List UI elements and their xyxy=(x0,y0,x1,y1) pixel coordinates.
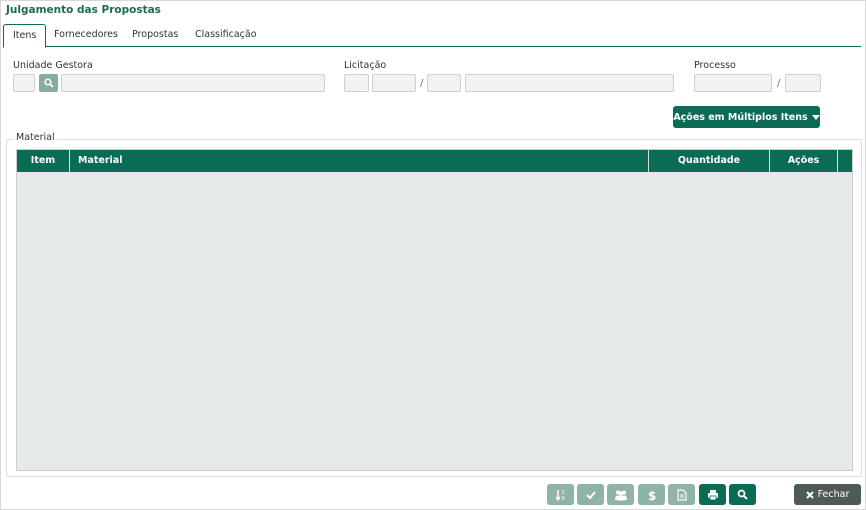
processo-label: Processo xyxy=(694,60,736,71)
multi-items-actions-label: Ações em Múltiplos Itens xyxy=(673,111,808,123)
approve-button[interactable] xyxy=(577,484,604,505)
licitacao-ano-input[interactable] xyxy=(427,74,461,92)
print-icon xyxy=(707,489,718,500)
tab-fornecedores[interactable]: Fornecedores xyxy=(45,24,127,47)
document-icon xyxy=(676,488,687,501)
group-icon xyxy=(614,490,627,500)
close-button[interactable]: Fechar xyxy=(794,484,861,505)
search-icon xyxy=(737,489,748,500)
tab-propostas[interactable]: Propostas xyxy=(123,24,187,47)
document-button[interactable] xyxy=(668,484,695,505)
licitacao-descricao-input[interactable] xyxy=(465,74,674,92)
search-icon xyxy=(43,78,54,88)
column-header-acoes[interactable]: Ações xyxy=(770,150,838,172)
unidade-gestora-code-input[interactable] xyxy=(13,74,35,92)
check-icon xyxy=(585,490,596,499)
print-button[interactable] xyxy=(699,484,726,505)
licitacao-modalidade-input[interactable] xyxy=(344,74,369,92)
column-header-material[interactable]: Material xyxy=(70,150,649,172)
processo-separator: / xyxy=(777,78,781,89)
dollar-icon: $ xyxy=(648,489,656,501)
unidade-gestora-search-button[interactable] xyxy=(39,74,58,92)
processo-ano-input[interactable] xyxy=(785,74,821,92)
svg-text:9: 9 xyxy=(561,496,564,501)
unidade-gestora-name-input[interactable] xyxy=(61,74,325,92)
close-label: Fechar xyxy=(817,489,850,500)
material-grid: Item Material Quantidade Ações xyxy=(16,149,853,471)
sort-button[interactable]: 1 9 xyxy=(547,484,574,505)
licitacao-numero-input[interactable] xyxy=(372,74,416,92)
tab-bar: Itens Fornecedores Propostas Classificaç… xyxy=(3,24,861,48)
svg-text:$: $ xyxy=(648,489,656,501)
search-button[interactable] xyxy=(729,484,756,505)
column-header-item[interactable]: Item xyxy=(17,150,70,172)
price-button[interactable]: $ xyxy=(638,484,665,505)
licitacao-label: Licitação xyxy=(344,60,387,71)
material-legend: Material xyxy=(14,132,57,143)
column-header-quantidade[interactable]: Quantidade xyxy=(649,150,770,172)
processo-numero-input[interactable] xyxy=(694,74,772,92)
licitacao-separator: / xyxy=(420,78,424,89)
group-button[interactable] xyxy=(607,484,634,505)
unidade-gestora-label: Unidade Gestora xyxy=(13,60,93,71)
sort-icon: 1 9 xyxy=(554,489,564,501)
close-icon xyxy=(805,490,814,499)
tab-classificacao[interactable]: Classificação xyxy=(186,24,266,47)
tab-itens[interactable]: Itens xyxy=(3,24,47,48)
page-title: Julgamento das Propostas xyxy=(6,4,161,16)
multi-items-actions-button[interactable]: Ações em Múltiplos Itens xyxy=(673,106,820,128)
caret-down-icon xyxy=(811,114,820,120)
grid-header: Item Material Quantidade Ações xyxy=(17,150,852,172)
